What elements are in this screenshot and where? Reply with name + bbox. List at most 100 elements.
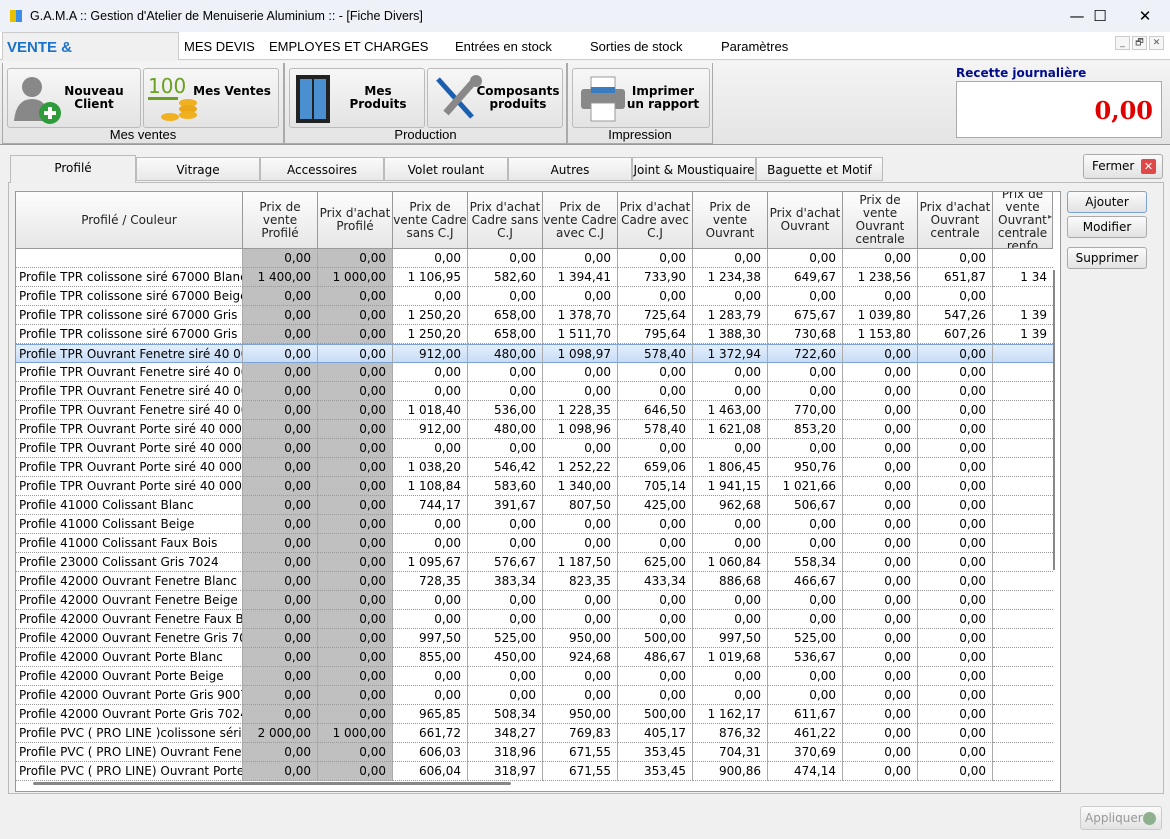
cell-price[interactable]: 0,00 [543, 686, 618, 705]
column-header-prix-de-vente-ouvrant[interactable]: Prix de vente Ouvrant [693, 192, 768, 249]
table-row[interactable]: Profile 42000 Ouvrant Fenetre Blanc 0,00 0… [16, 572, 1053, 591]
cell-price[interactable]: 1 388,30 [693, 325, 768, 344]
cell-price[interactable]: 0,00 [318, 743, 393, 762]
cell-price[interactable]: 0,00 [543, 249, 618, 268]
cell-price[interactable]: 0,00 [918, 287, 993, 306]
cell-price[interactable] [993, 724, 1053, 743]
cell-price[interactable] [993, 648, 1053, 667]
mes-ventes-button[interactable]: 100 Mes Ventes [143, 68, 279, 128]
cell-price[interactable] [993, 344, 1053, 363]
cell-price[interactable]: 0,00 [843, 686, 918, 705]
modifier-button[interactable]: Modifier [1067, 216, 1147, 238]
cell-profile-name[interactable]: Profile 42000 Ouvrant Fenetre Beige [16, 591, 243, 610]
cell-price[interactable]: 0,00 [543, 667, 618, 686]
cell-price[interactable]: 876,32 [693, 724, 768, 743]
cell-price[interactable]: 0,00 [618, 287, 693, 306]
cell-price[interactable]: 0,00 [543, 363, 618, 382]
cell-price[interactable] [993, 363, 1053, 382]
cell-price[interactable]: 405,17 [618, 724, 693, 743]
table-row[interactable]: Profile PVC ( PRO LINE) Ouvrant Fenet 0,0… [16, 743, 1053, 762]
cell-price[interactable]: 0,00 [918, 705, 993, 724]
cell-price[interactable]: 997,50 [393, 629, 468, 648]
cell-price[interactable] [993, 477, 1053, 496]
cell-price[interactable]: 0,00 [918, 420, 993, 439]
cell-price[interactable]: 658,00 [468, 306, 543, 325]
cell-price[interactable] [993, 458, 1053, 477]
cell-profile-name[interactable]: Profile 41000 Colissant Beige [16, 515, 243, 534]
cell-price[interactable]: 0,00 [843, 363, 918, 382]
cell-price[interactable]: 0,00 [243, 553, 318, 572]
vertical-scrollbar[interactable] [1047, 270, 1055, 570]
cell-price[interactable]: 0,00 [393, 534, 468, 553]
table-row[interactable]: Profile TPR Ouvrant Fenetre siré 40 00 0,… [16, 401, 1053, 420]
cell-price[interactable]: 0,00 [243, 306, 318, 325]
cell-price[interactable]: 0,00 [243, 686, 318, 705]
cell-price[interactable]: 0,00 [843, 458, 918, 477]
cell-price[interactable]: 0,00 [243, 344, 318, 363]
cell-profile-name[interactable]: Profile 42000 Ouvrant Porte Gris 9007 [16, 686, 243, 705]
cell-price[interactable]: 0,00 [918, 344, 993, 363]
cell-price[interactable]: 500,00 [618, 629, 693, 648]
table-row[interactable]: Profile TPR Ouvrant Porte siré 40 000 0,0… [16, 477, 1053, 496]
cell-price[interactable]: 525,00 [768, 629, 843, 648]
cell-price[interactable]: 348,27 [468, 724, 543, 743]
cell-price[interactable]: 659,06 [618, 458, 693, 477]
cell-price[interactable]: 0,00 [918, 249, 993, 268]
cell-price[interactable]: 1 228,35 [543, 401, 618, 420]
cell-price[interactable]: 583,60 [468, 477, 543, 496]
cell-price[interactable]: 1 806,45 [693, 458, 768, 477]
cell-price[interactable]: 0,00 [618, 667, 693, 686]
cell-price[interactable]: 965,85 [393, 705, 468, 724]
cell-price[interactable]: 547,26 [918, 306, 993, 325]
cell-price[interactable]: 997,50 [693, 629, 768, 648]
cell-price[interactable]: 578,40 [618, 344, 693, 363]
cell-price[interactable]: 0,00 [468, 686, 543, 705]
table-row[interactable]: Profile TPR colissone siré 67000 Beige 0,… [16, 287, 1053, 306]
menu-parametres[interactable]: Paramètres [721, 32, 788, 60]
cell-price[interactable]: 0,00 [693, 686, 768, 705]
appliquer-button[interactable]: Appliquer [1080, 806, 1162, 830]
cell-price[interactable]: 1 039,80 [843, 306, 918, 325]
cell-price[interactable]: 474,14 [768, 762, 843, 781]
cell-price[interactable]: 0,00 [393, 591, 468, 610]
cell-price[interactable]: 0,00 [393, 249, 468, 268]
cell-price[interactable]: 0,00 [318, 686, 393, 705]
cell-price[interactable]: 625,00 [618, 553, 693, 572]
cell-price[interactable]: 950,00 [543, 629, 618, 648]
table-row[interactable]: Profile TPR Ouvrant Fenetre siré 40 00 0,… [16, 344, 1053, 363]
cell-price[interactable]: 546,42 [468, 458, 543, 477]
cell-price[interactable]: 0,00 [693, 249, 768, 268]
cell-price[interactable]: 0,00 [918, 762, 993, 781]
column-header-prix-d-achat-cadre-sans-c-j[interactable]: Prix d'achat Cadre sans C.J [468, 192, 543, 249]
cell-price[interactable]: 671,55 [543, 743, 618, 762]
cell-price[interactable]: 823,35 [543, 572, 618, 591]
column-header-prix-de-vente-cadre-sans-c-j[interactable]: Prix de vente Cadre sans C.J [393, 192, 468, 249]
table-row[interactable]: Profile 42000 Ouvrant Fenetre Faux Bo 0,0… [16, 610, 1053, 629]
cell-price[interactable]: 658,00 [468, 325, 543, 344]
cell-profile-name[interactable]: Profile TPR colissone siré 67000 Beige [16, 287, 243, 306]
cell-price[interactable]: 0,00 [393, 667, 468, 686]
cell-price[interactable]: 0,00 [843, 667, 918, 686]
table-row[interactable]: Profile TPR colissone siré 67000 Gris 70… [16, 325, 1053, 344]
cell-price[interactable]: 536,67 [768, 648, 843, 667]
cell-price[interactable] [993, 401, 1053, 420]
table-row[interactable]: Profile TPR Ouvrant Fenetre siré 40 00 0,… [16, 382, 1053, 401]
cell-price[interactable]: 558,34 [768, 553, 843, 572]
cell-price[interactable]: 0,00 [843, 591, 918, 610]
cell-price[interactable]: 1 340,00 [543, 477, 618, 496]
cell-price[interactable]: 508,34 [468, 705, 543, 724]
cell-price[interactable]: 0,00 [693, 610, 768, 629]
cell-price[interactable] [993, 249, 1053, 268]
cell-price[interactable]: 0,00 [618, 591, 693, 610]
cell-price[interactable]: 1 400,00 [243, 268, 318, 287]
cell-profile-name[interactable]: Profile TPR Ouvrant Porte siré 40 000 [16, 458, 243, 477]
cell-price[interactable]: 466,67 [768, 572, 843, 591]
cell-price[interactable]: 0,00 [243, 534, 318, 553]
cell-price[interactable]: 0,00 [243, 249, 318, 268]
cell-profile-name[interactable]: Profile PVC ( PRO LINE )colissone séri [16, 724, 243, 743]
cell-price[interactable] [993, 439, 1053, 458]
cell-price[interactable]: 704,31 [693, 743, 768, 762]
cell-price[interactable]: 0,00 [318, 515, 393, 534]
column-header-prix-d-achat-profile[interactable]: Prix d'achat Profilé [318, 192, 393, 249]
table-row[interactable]: Profile 41000 Colissant Faux Bois 0,00 0,0… [16, 534, 1053, 553]
